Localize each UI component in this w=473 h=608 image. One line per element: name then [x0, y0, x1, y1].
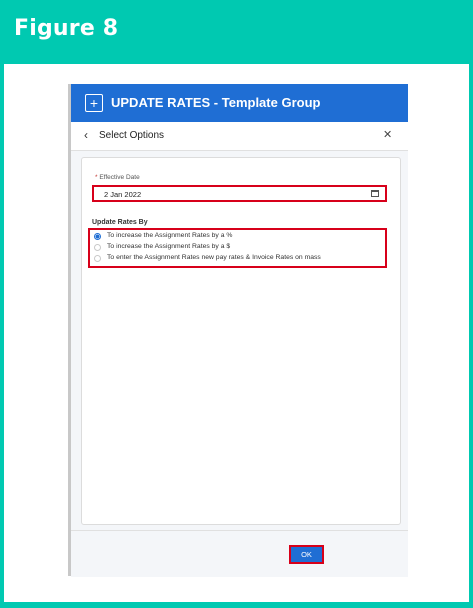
ok-button[interactable]: OK [289, 545, 324, 564]
modal-footer: OK [71, 530, 408, 577]
radio-option-label: To increase the Assignment Rates by a $ [107, 243, 231, 250]
figure-title: Figure 8 [14, 16, 119, 41]
add-icon[interactable]: + [85, 94, 103, 112]
radio-option-percent[interactable]: To increase the Assignment Rates by a % [94, 232, 384, 242]
effective-date-field[interactable]: 2 Jan 2022 [92, 185, 387, 202]
calendar-icon[interactable] [371, 190, 379, 197]
effective-date-label: * Effective Date [95, 174, 140, 181]
effective-date-label-text: Effective Date [99, 174, 140, 181]
chevron-left-icon[interactable]: ‹ [84, 129, 88, 141]
radio-unselected[interactable] [94, 255, 101, 262]
close-icon[interactable]: ✕ [383, 130, 392, 141]
modal-header: ‹ Select Options ✕ [71, 122, 408, 151]
modal-title: Select Options [99, 130, 165, 141]
radio-selected[interactable] [94, 233, 101, 240]
radio-option-label: To enter the Assignment Rates new pay ra… [107, 254, 321, 261]
radio-unselected[interactable] [94, 244, 101, 251]
options-card: * Effective Date 2 Jan 2022 Update Rates… [81, 157, 401, 525]
app-screenshot: + UPDATE RATES - Template Group ‹ Select… [68, 84, 408, 577]
radio-option-mass-entry[interactable]: To enter the Assignment Rates new pay ra… [94, 254, 384, 264]
radio-option-dollar[interactable]: To increase the Assignment Rates by a $ [94, 243, 384, 253]
radio-option-label: To increase the Assignment Rates by a % [107, 232, 233, 239]
select-options-modal: ‹ Select Options ✕ * Effective Date 2 Ja… [71, 122, 408, 577]
required-marker: * [95, 174, 98, 181]
update-rates-options: To increase the Assignment Rates by a % … [88, 228, 387, 268]
effective-date-value: 2 Jan 2022 [104, 190, 142, 199]
app-title: UPDATE RATES - Template Group [111, 95, 321, 110]
app-header: + UPDATE RATES - Template Group [71, 84, 408, 122]
figure-panel: + UPDATE RATES - Template Group ‹ Select… [4, 64, 469, 602]
update-rates-by-label: Update Rates By [92, 219, 148, 226]
